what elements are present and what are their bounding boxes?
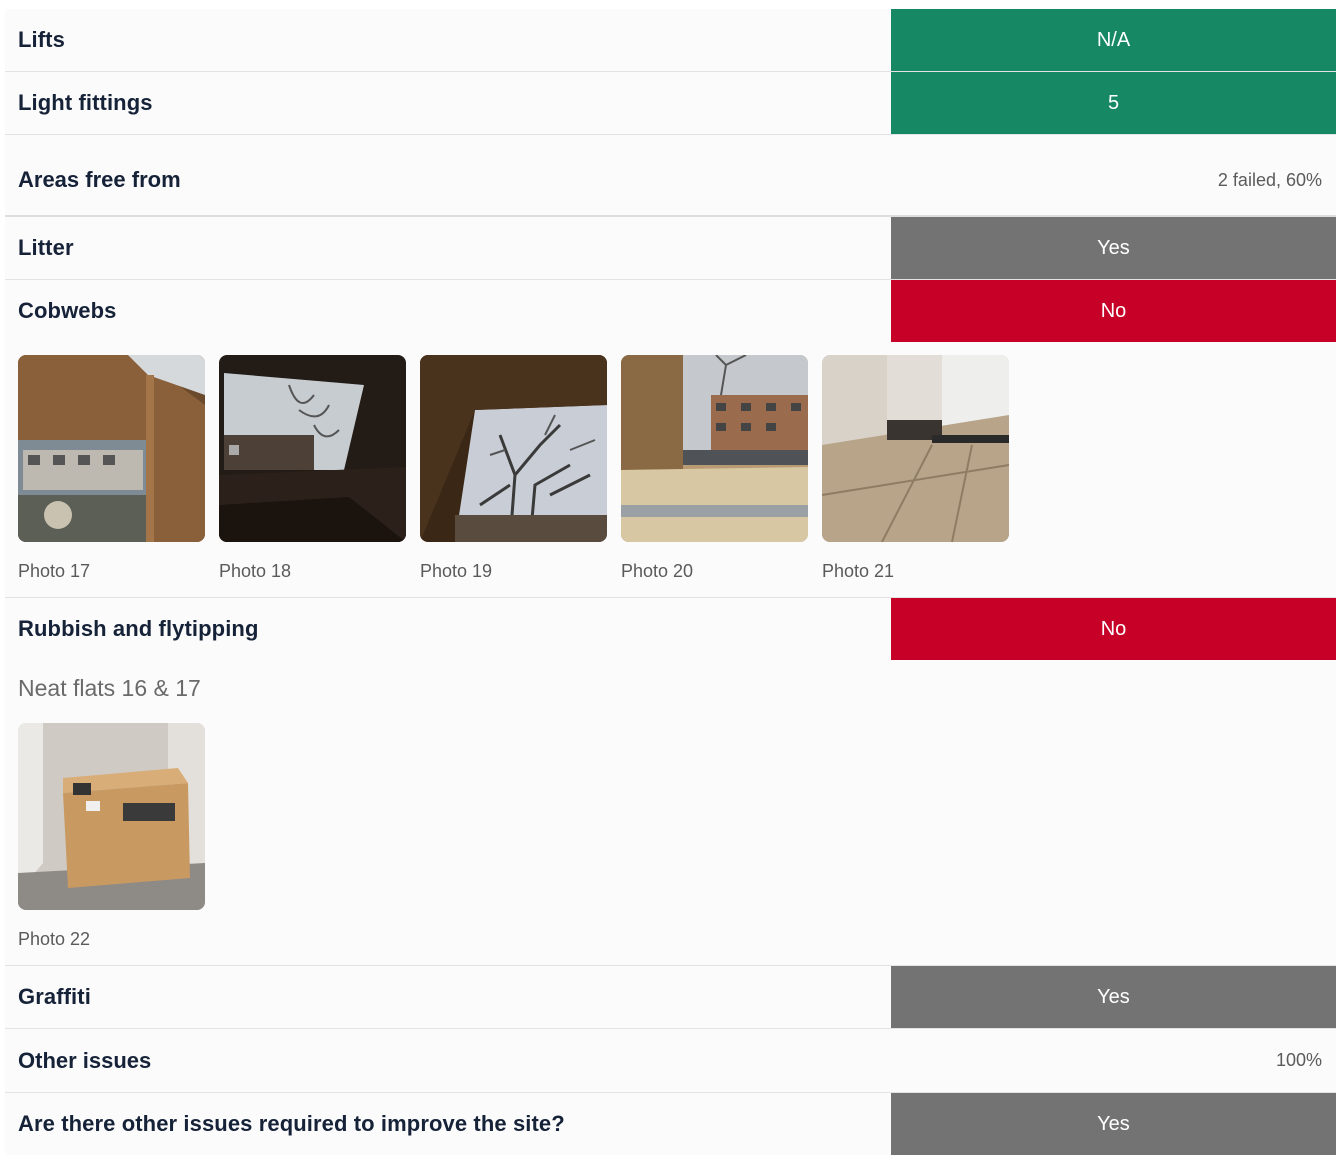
- photo-thumbnail[interactable]: [219, 355, 406, 542]
- section-score: 2 failed, 60%: [1217, 169, 1322, 190]
- photo-thumbnail[interactable]: [18, 723, 205, 910]
- photo-thumbnail[interactable]: [822, 355, 1009, 542]
- section-title: Other issues: [18, 1047, 152, 1073]
- photo-caption: Photo 19: [420, 561, 493, 581]
- answer-badge: No: [891, 280, 1336, 342]
- answer-badge: No: [891, 598, 1336, 660]
- section-header-areas-free-from: Areas free from 2 failed, 60%: [5, 135, 1336, 217]
- question-label: Cobwebs: [18, 298, 117, 323]
- rubbish-photo-gallery: Photo 22: [5, 705, 1336, 966]
- section-title: Areas free from: [18, 167, 181, 192]
- photo-thumbnail[interactable]: [420, 355, 607, 542]
- answer-badge: Yes: [891, 966, 1336, 1028]
- question-label: Graffiti: [18, 984, 91, 1009]
- question-row-other-issues-required: Are there other issues required to impro…: [5, 1093, 1336, 1155]
- photo-18[interactable]: Photo 18: [219, 355, 407, 583]
- question-row-graffiti: Graffiti Yes: [5, 966, 1336, 1029]
- photo-caption: Photo 18: [219, 561, 292, 581]
- section-header-other-issues: Other issues 100%: [5, 1029, 1336, 1093]
- answer-badge: 5: [891, 72, 1336, 134]
- question-row-cobwebs: Cobwebs No: [5, 280, 1336, 342]
- photo-caption: Photo 20: [621, 561, 694, 581]
- answer-badge: N/A: [891, 9, 1336, 71]
- photo-caption: Photo 17: [18, 561, 91, 581]
- cobwebs-photo-gallery: Photo 17 Photo 18 Photo 19 Photo 20 Phot…: [5, 342, 1336, 598]
- question-row-light-fittings: Light fittings 5: [5, 72, 1336, 135]
- question-row-litter: Litter Yes: [5, 217, 1336, 280]
- question-row-lifts: Lifts N/A: [5, 9, 1336, 72]
- answer-badge: Yes: [891, 1093, 1336, 1155]
- question-label: Rubbish and flytipping: [18, 616, 259, 641]
- answer-note: Neat flats 16 & 17: [18, 675, 201, 701]
- photo-caption: Photo 22: [18, 929, 91, 949]
- question-label: Light fittings: [18, 90, 153, 115]
- photo-thumbnail[interactable]: [18, 355, 205, 542]
- photo-thumbnail[interactable]: [621, 355, 808, 542]
- inspection-report: Lifts N/A Light fittings 5 Areas free fr…: [5, 9, 1336, 1155]
- photo-20[interactable]: Photo 20: [621, 355, 809, 583]
- photo-caption: Photo 21: [822, 561, 895, 581]
- question-label: Litter: [18, 235, 74, 260]
- section-score: 100%: [1275, 1050, 1322, 1070]
- photo-17[interactable]: Photo 17: [18, 355, 206, 583]
- answer-badge: Yes: [891, 217, 1336, 279]
- question-label: Lifts: [18, 27, 65, 52]
- photo-19[interactable]: Photo 19: [420, 355, 608, 583]
- photo-21[interactable]: Photo 21: [822, 355, 1010, 583]
- question-row-rubbish-flytipping: Rubbish and flytipping No: [5, 598, 1336, 660]
- photo-22[interactable]: Photo 22: [18, 723, 206, 951]
- question-label: Are there other issues required to impro…: [18, 1111, 565, 1136]
